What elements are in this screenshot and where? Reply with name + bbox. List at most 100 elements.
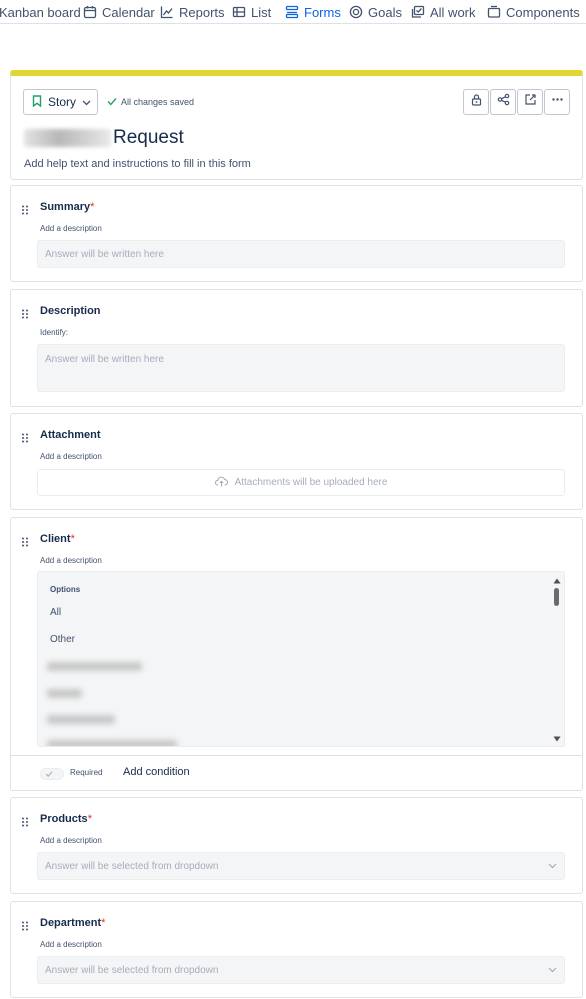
required-mark: *	[101, 917, 106, 929]
more-actions-button[interactable]	[544, 89, 570, 115]
tab-label: Components	[506, 4, 580, 20]
tab-forms[interactable]: Forms	[285, 0, 341, 23]
drag-handle-icon[interactable]	[21, 205, 29, 215]
upload-cloud-icon	[214, 476, 228, 490]
tab-label: Reports	[179, 4, 225, 20]
share-button[interactable]	[490, 89, 516, 115]
tab-label: List	[251, 4, 272, 20]
option-item[interactable]: All	[50, 607, 61, 618]
question-label: Attachment	[40, 429, 101, 441]
options-title: Options	[50, 585, 81, 594]
options-list[interactable]: Options All Other	[37, 571, 565, 747]
tab-components[interactable]: Components	[487, 0, 580, 23]
share-icon	[497, 93, 510, 111]
tab-calendar[interactable]: Calendar	[83, 0, 155, 23]
drag-handle-icon[interactable]	[21, 921, 29, 931]
question-department[interactable]: Department* Add a description Answer wil…	[10, 901, 583, 998]
redacted-option[interactable]	[47, 715, 115, 724]
drag-handle-icon[interactable]	[21, 433, 29, 443]
question-label: Description	[40, 305, 101, 317]
drag-handle-icon[interactable]	[21, 309, 29, 319]
drag-handle-icon[interactable]	[21, 817, 29, 827]
question-description-text[interactable]: Identify:	[40, 328, 68, 337]
required-mark: *	[70, 533, 75, 545]
bookmark-icon	[32, 94, 42, 110]
tab-label: All work	[430, 4, 476, 20]
question-footer: Required Add condition	[10, 755, 583, 791]
chevron-down-icon	[548, 861, 557, 872]
issue-type-select[interactable]: Story	[23, 89, 98, 115]
question-description[interactable]: Add a description	[40, 940, 102, 949]
list-icon	[232, 5, 246, 19]
question-description[interactable]: Add a description	[40, 556, 102, 565]
required-toggle[interactable]	[40, 768, 64, 780]
scroll-down-icon[interactable]	[553, 736, 561, 742]
dropdown-placeholder: Answer will be selected from dropdown	[45, 964, 219, 976]
lock-icon	[470, 93, 483, 111]
tab-all-work[interactable]: All work	[411, 0, 476, 23]
chevron-down-icon	[82, 95, 91, 109]
dropdown-placeholder: Answer will be selected from dropdown	[45, 860, 219, 872]
save-status: All changes saved	[107, 90, 194, 114]
question-summary[interactable]: Summary* Add a description Answer will b…	[10, 185, 583, 282]
issue-type-label: Story	[48, 95, 77, 109]
drag-handle-icon[interactable]	[21, 537, 29, 547]
dropdown-field: Answer will be selected from dropdown	[37, 852, 565, 880]
tab-label: Kanban board	[0, 4, 81, 20]
answer-field: Answer will be written here	[37, 240, 565, 268]
tab-label: Goals	[368, 4, 402, 20]
open-form-button[interactable]	[517, 89, 543, 115]
redacted-text	[24, 129, 111, 147]
attachment-placeholder: Attachments will be uploaded here	[234, 477, 388, 488]
question-label: Products*	[40, 813, 92, 825]
redacted-option[interactable]	[47, 662, 142, 671]
forms-icon	[285, 5, 299, 19]
scroll-up-icon[interactable]	[553, 578, 561, 584]
scrollbar-thumb[interactable]	[554, 588, 559, 606]
check-icon	[45, 765, 53, 783]
more-icon	[551, 93, 564, 111]
tab-reports[interactable]: Reports	[160, 0, 225, 23]
chevron-down-icon	[548, 965, 557, 976]
question-description[interactable]: Add a description	[40, 224, 102, 233]
question-label: Client*	[40, 533, 75, 545]
save-status-label: All changes saved	[121, 97, 195, 107]
tab-list[interactable]: List	[232, 0, 272, 23]
question-label: Department*	[40, 917, 106, 929]
goals-icon	[349, 5, 363, 19]
tab-label: Calendar	[102, 4, 155, 20]
tab-kanban-board[interactable]: Kanban board	[0, 0, 81, 23]
project-nav: Kanban board Calendar Reports List Forms…	[0, 0, 586, 24]
question-description[interactable]: Description Identify: Answer will be wri…	[10, 289, 583, 407]
question-products[interactable]: Products* Add a description Answer will …	[10, 797, 583, 894]
check-icon	[107, 97, 117, 108]
question-label: Summary*	[40, 201, 95, 213]
required-mark: *	[87, 813, 92, 825]
option-item[interactable]: Other	[50, 634, 75, 645]
calendar-icon	[83, 5, 97, 19]
components-icon	[487, 5, 501, 19]
dropdown-field: Answer will be selected from dropdown	[37, 956, 565, 984]
tab-label: Forms	[304, 4, 341, 20]
attachment-dropzone: Attachments will be uploaded here	[37, 469, 565, 496]
options-scrollbar[interactable]	[553, 576, 561, 744]
all-work-icon	[411, 5, 425, 19]
question-description[interactable]: Add a description	[40, 452, 102, 461]
form-header-card: Story All changes saved Request Add help…	[10, 70, 583, 180]
question-description[interactable]: Add a description	[40, 836, 102, 845]
required-mark: *	[90, 201, 95, 213]
question-client[interactable]: Client* Add a description Options All Ot…	[10, 517, 583, 791]
form-help-text[interactable]: Add help text and instructions to fill i…	[24, 158, 251, 170]
form-title-text: Request	[113, 127, 184, 148]
question-attachment[interactable]: Attachment Add a description Attachments…	[10, 413, 583, 510]
tab-goals[interactable]: Goals	[349, 0, 402, 23]
open-external-icon	[524, 93, 537, 111]
add-condition-button[interactable]: Add condition	[123, 766, 190, 778]
redacted-option[interactable]	[47, 740, 177, 746]
reports-icon	[160, 5, 174, 19]
redacted-option[interactable]	[47, 689, 82, 698]
answer-field: Answer will be written here	[37, 344, 565, 392]
restrict-access-button[interactable]	[463, 89, 489, 115]
form-title[interactable]: Request	[24, 123, 184, 153]
required-label: Required	[70, 768, 103, 777]
